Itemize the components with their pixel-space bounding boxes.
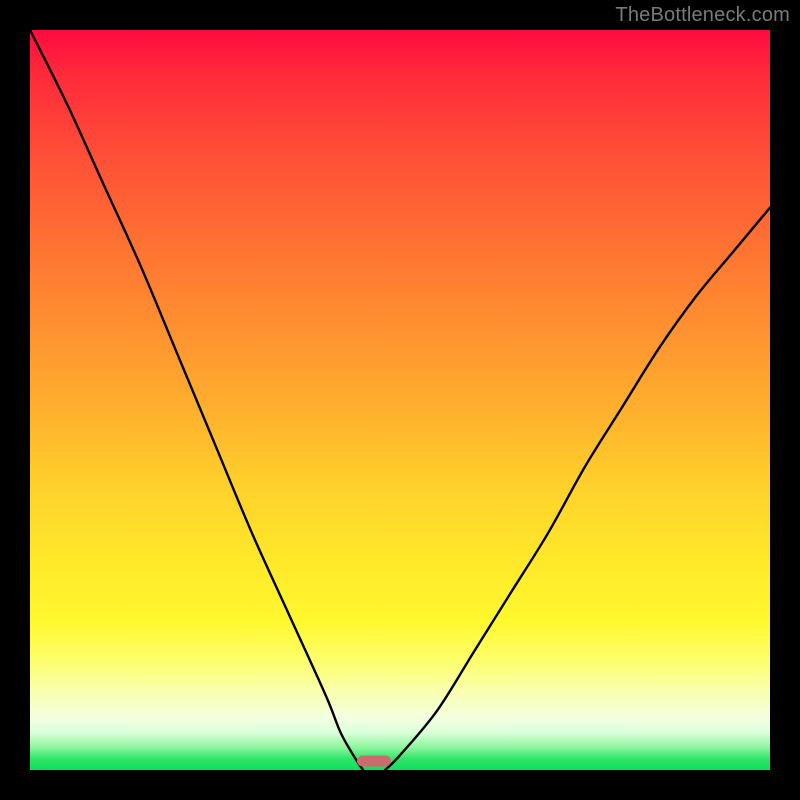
plot-area [30, 30, 770, 770]
bottleneck-curve [30, 30, 770, 770]
chart-frame: TheBottleneck.com [0, 0, 800, 800]
curve-right-branch [385, 208, 770, 770]
optimum-marker [357, 756, 391, 767]
curve-left-branch [30, 30, 363, 770]
watermark-text: TheBottleneck.com [615, 4, 790, 27]
